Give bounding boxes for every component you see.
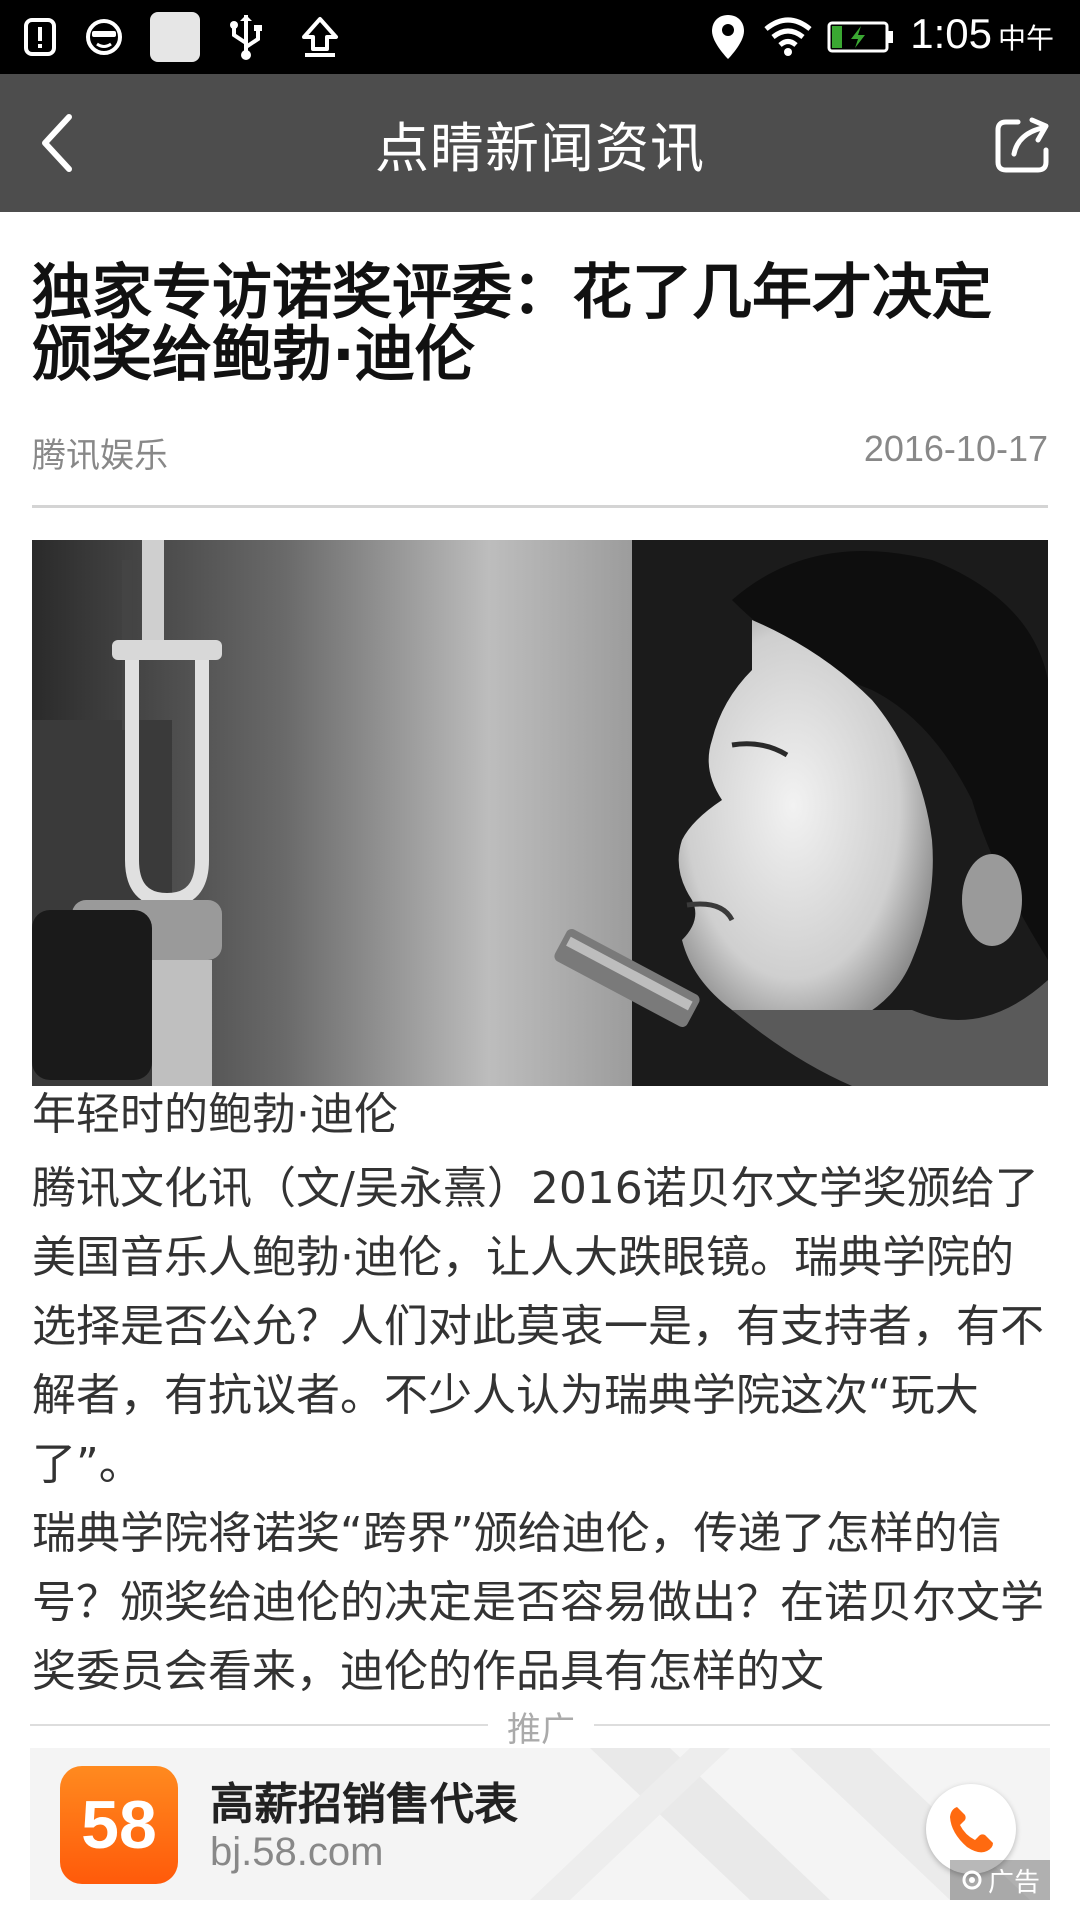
ad-background [530, 1748, 1030, 1900]
ad-divider-right [594, 1724, 1050, 1726]
ad-tag[interactable]: 广告 [950, 1860, 1050, 1900]
share-icon [995, 117, 1049, 173]
title-bar: 点睛新闻资讯 [0, 74, 1080, 212]
square-icon [150, 12, 200, 62]
phone-icon [950, 1807, 993, 1853]
clock: 1:05 中午 [910, 10, 1054, 66]
ad-divider-left [30, 1724, 488, 1726]
alert-icon [20, 12, 60, 62]
promotion-label: 推广 [507, 1710, 575, 1750]
article-paragraph: 瑞典学院将诺奖“跨界”颁给迪伦，传递了怎样的信号？颁奖给迪伦的决定是否容易做出？… [32, 1508, 1044, 1697]
upload-icon [298, 12, 342, 62]
article-headline: 独家专访诺奖评委：花了几年才决定颁奖给鲍勃·迪伦 [32, 258, 992, 390]
wifi-icon [762, 12, 814, 62]
article-meta: 腾讯娱乐 2016-10-17 [32, 428, 1048, 478]
ad-url[interactable]: bj.58.com [210, 1830, 383, 1875]
article-paragraph: 腾讯文化讯（文/吴永熹）2016诺贝尔文学奖颁给了美国音乐人鲍勃·迪伦，让人大跌… [32, 1163, 1044, 1490]
usb-icon [224, 12, 268, 62]
article-image[interactable] [32, 540, 1048, 1086]
divider [32, 505, 1048, 508]
ad-title[interactable]: 高薪招销售代表 [210, 1768, 518, 1832]
ad-tag-label: 广告 [987, 1867, 1040, 1898]
article-body: 腾讯文化讯（文/吴永熹）2016诺贝尔文学奖颁给了美国音乐人鲍勃·迪伦，让人大跌… [32, 1154, 1052, 1700]
ad-banner[interactable]: 58 高薪招销售代表 bj.58.com 广告 [30, 1748, 1050, 1900]
status-bar: 1:05 中午 [0, 0, 1080, 74]
image-caption: 年轻时的鲍勃·迪伦 [32, 1089, 398, 1140]
gear-icon [962, 1870, 982, 1890]
location-icon [706, 12, 750, 62]
page-title: 点睛新闻资讯 [375, 118, 705, 179]
face-icon [82, 12, 126, 62]
clock-time: 1:05 [910, 10, 992, 57]
battery-charging-icon [826, 12, 896, 62]
article-date: 2016-10-17 [863, 428, 1048, 469]
clock-ampm: 中午 [997, 22, 1054, 55]
article-source[interactable]: 腾讯娱乐 [32, 428, 168, 477]
ad-logo[interactable]: 58 [60, 1766, 178, 1884]
share-button[interactable] [988, 110, 1058, 180]
